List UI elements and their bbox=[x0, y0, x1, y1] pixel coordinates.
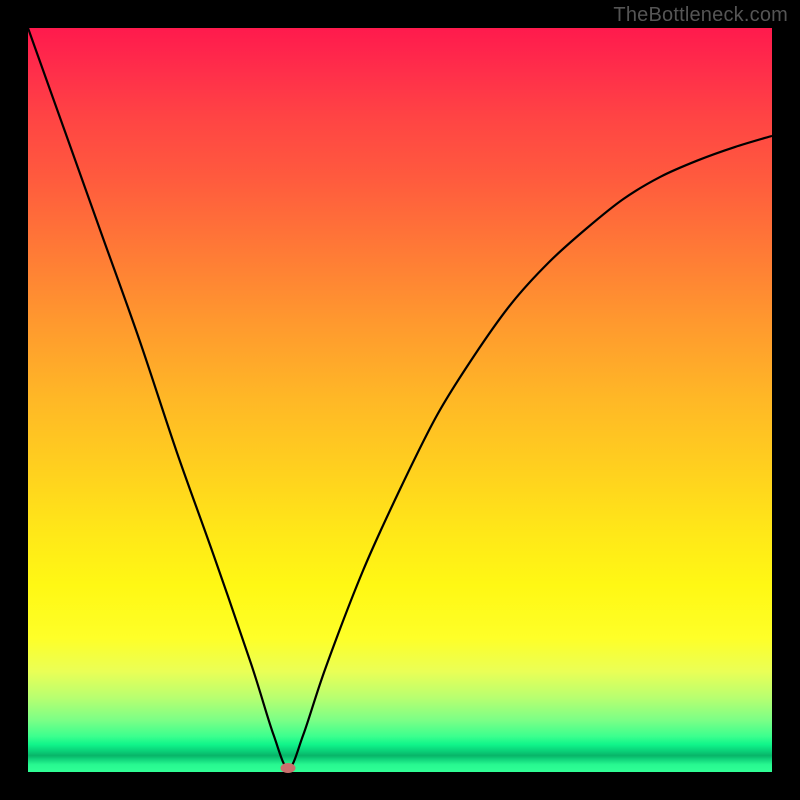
watermark-text: TheBottleneck.com bbox=[613, 4, 788, 27]
plot-area bbox=[28, 28, 772, 772]
bottleneck-curve bbox=[28, 28, 772, 772]
optimal-point-marker bbox=[281, 763, 296, 773]
